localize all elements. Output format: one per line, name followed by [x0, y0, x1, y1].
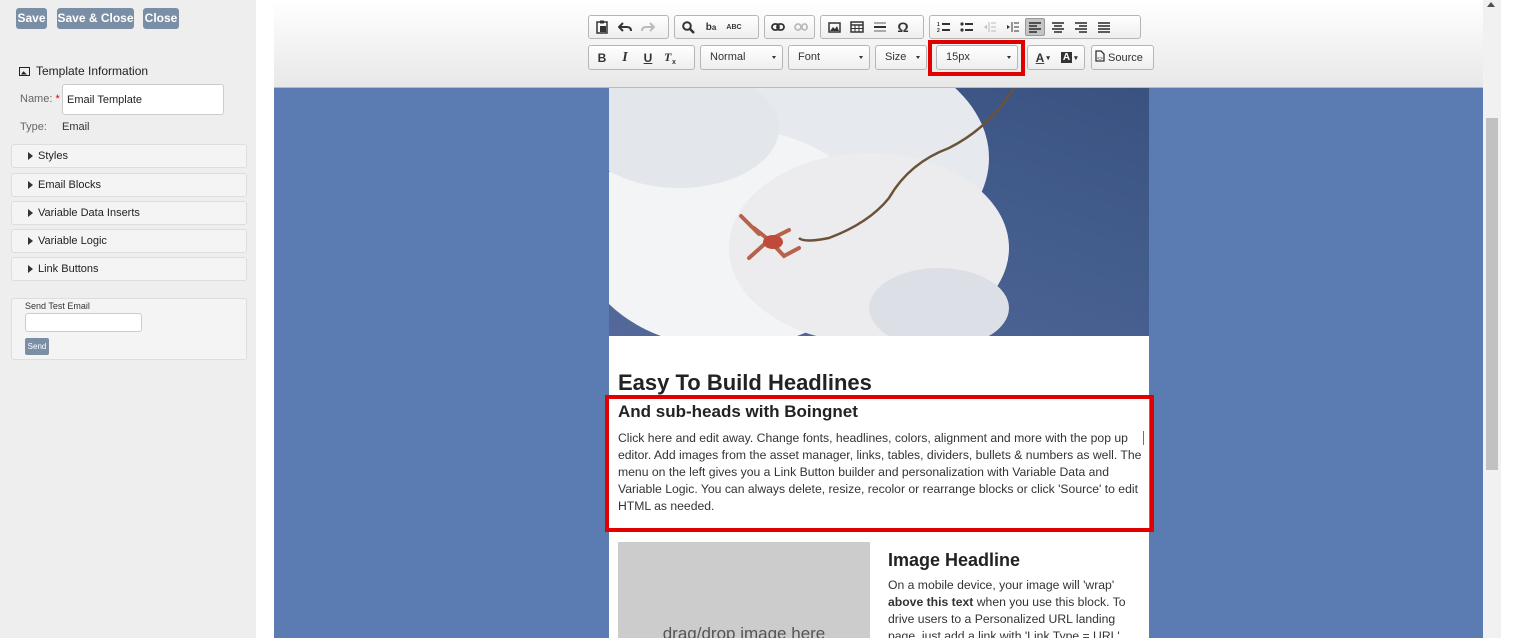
caret-right-icon	[28, 152, 33, 160]
toolbar-group-basic-styles: B I U Tx	[588, 45, 695, 70]
italic-button[interactable]: I	[615, 49, 635, 67]
send-test-email-field[interactable]	[25, 313, 142, 332]
bg-color-label: A	[1060, 52, 1073, 63]
accordion-label: Styles	[38, 150, 68, 162]
image-block-text[interactable]: On a mobile device, your image will 'wra…	[888, 577, 1144, 638]
template-info-title: Template Information	[36, 64, 149, 78]
align-right-icon[interactable]	[1071, 18, 1091, 36]
text-color-label: A	[1035, 50, 1045, 65]
toolbar-group-search: ba ABC	[674, 15, 759, 39]
template-info-heading: Template Information	[19, 64, 148, 78]
bulleted-list-icon[interactable]	[956, 18, 976, 36]
table-icon[interactable]	[847, 18, 867, 36]
caret-right-icon	[28, 181, 33, 189]
toolbar-group-links	[764, 15, 815, 39]
replace-icon[interactable]: ba	[701, 18, 721, 36]
svg-text:x: x	[672, 59, 676, 64]
type-value: Email	[62, 121, 90, 133]
required-mark: *	[55, 93, 60, 105]
toolbar-group-paragraph: 12	[929, 15, 1141, 39]
font-size-highlight	[928, 40, 1025, 76]
bold-button[interactable]: B	[592, 49, 612, 67]
accordion-email-blocks[interactable]: Email Blocks	[11, 173, 247, 197]
paste-icon[interactable]	[592, 18, 612, 36]
scroll-up-icon[interactable]	[1487, 2, 1495, 7]
image-text-bold: above this text	[888, 595, 974, 609]
align-center-icon[interactable]	[1048, 18, 1068, 36]
image-icon[interactable]	[824, 18, 844, 36]
svg-text:<>: <>	[1097, 56, 1103, 62]
send-button[interactable]: Send	[25, 338, 49, 355]
format-value: Normal	[710, 51, 746, 63]
scrollbar-thumb[interactable]	[1486, 118, 1498, 470]
send-test-label: Send Test Email	[25, 301, 90, 311]
underline-button[interactable]: U	[638, 49, 658, 67]
redo-icon[interactable]	[638, 18, 658, 36]
chevron-down-icon	[916, 56, 920, 59]
hero-image[interactable]	[609, 88, 1149, 336]
undo-icon[interactable]	[615, 18, 635, 36]
caret-right-icon	[28, 237, 33, 245]
numbered-list-icon[interactable]: 12	[933, 18, 953, 36]
search-icon[interactable]	[678, 18, 698, 36]
save-close-button[interactable]: Save & Close	[57, 8, 134, 29]
source-label: Source	[1108, 51, 1143, 64]
background-color-button[interactable]: A ▾	[1058, 49, 1082, 67]
source-icon: <>	[1095, 50, 1105, 65]
special-character-icon[interactable]: Ω	[893, 18, 913, 36]
send-test-panel: Send Test Email Send	[11, 298, 247, 360]
image-headline[interactable]: Image Headline	[888, 550, 1020, 571]
close-button[interactable]: Close	[143, 8, 179, 29]
toolbar-group-insert: Ω	[820, 15, 924, 39]
accordion-variable-data-inserts[interactable]: Variable Data Inserts	[11, 201, 247, 225]
justify-icon[interactable]	[1094, 18, 1114, 36]
accordion-label: Email Blocks	[38, 179, 101, 191]
format-dropdown[interactable]: Normal	[700, 45, 783, 70]
image-text-part: On a mobile device, your image will 'wra…	[888, 578, 1115, 592]
size-value: Size	[885, 51, 907, 63]
font-dropdown[interactable]: Font	[788, 45, 870, 70]
size-dropdown[interactable]: Size	[875, 45, 927, 70]
toolbar-group-colors: A ▾ A ▾	[1027, 45, 1085, 70]
type-label: Type:	[20, 121, 47, 133]
accordion-styles[interactable]: Styles	[11, 144, 247, 168]
template-name-field[interactable]: Email Template	[62, 84, 224, 115]
image-icon	[19, 66, 30, 76]
accordion-link-buttons[interactable]: Link Buttons	[11, 257, 247, 281]
email-body: Easy To Build Headlines And sub-heads wi…	[609, 88, 1149, 638]
save-button[interactable]: Save	[16, 8, 47, 29]
spellcheck-icon[interactable]: ABC	[724, 18, 744, 36]
text-color-button[interactable]: A ▾	[1031, 49, 1055, 67]
left-panel: Save Save & Close Close Template Informa…	[0, 0, 256, 638]
chevron-down-icon	[859, 56, 863, 59]
accordion-label: Variable Logic	[38, 235, 107, 247]
email-headline[interactable]: Easy To Build Headlines	[618, 370, 872, 396]
link-icon[interactable]	[768, 18, 788, 36]
caret-right-icon	[28, 265, 33, 273]
editor-toolbar	[274, 0, 1483, 88]
source-button[interactable]: <> Source	[1091, 45, 1154, 70]
font-value: Font	[798, 51, 821, 63]
caret-right-icon	[28, 209, 33, 217]
name-label: Name: *	[20, 93, 60, 105]
toolbar-group-clipboard	[588, 15, 669, 39]
unlink-icon[interactable]	[791, 18, 811, 36]
accordion-variable-logic[interactable]: Variable Logic	[11, 229, 247, 253]
svg-text:T: T	[664, 51, 672, 64]
image-drop-zone[interactable]: drag/drop image here	[618, 542, 870, 638]
align-left-icon[interactable]	[1025, 18, 1045, 36]
increase-indent-icon[interactable]	[1002, 18, 1022, 36]
selected-block-highlight	[605, 395, 1154, 532]
image-drop-text: drag/drop image here	[662, 624, 826, 638]
horizontal-line-icon[interactable]	[870, 18, 890, 36]
accordion-label: Variable Data Inserts	[38, 207, 140, 219]
svg-text:2: 2	[937, 28, 940, 33]
accordion-label: Link Buttons	[38, 263, 99, 275]
remove-format-icon[interactable]: Tx	[661, 49, 681, 67]
chevron-down-icon	[772, 56, 776, 59]
decrease-indent-icon[interactable]	[979, 18, 999, 36]
